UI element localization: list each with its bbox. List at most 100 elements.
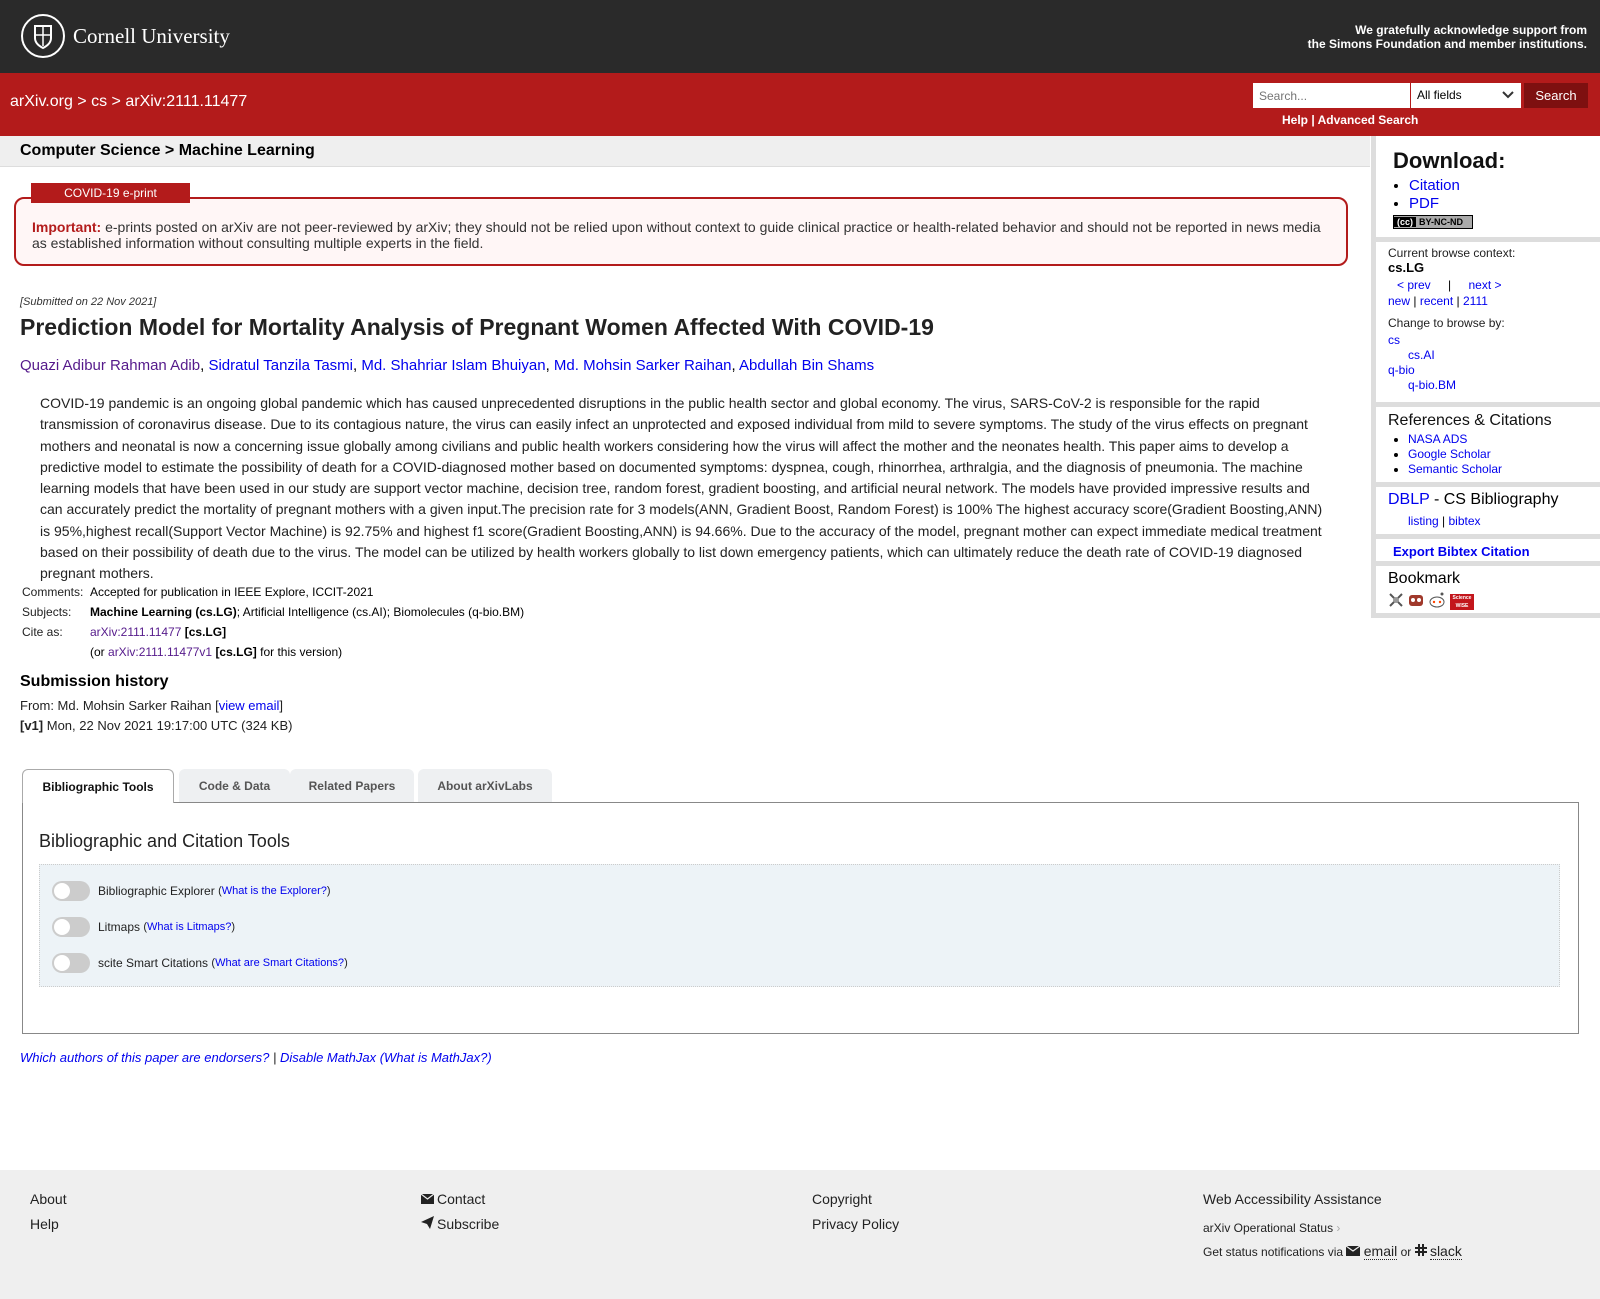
version-v1: [v1] Mon, 22 Nov 2021 19:17:00 UTC (324 …: [20, 718, 292, 733]
submission-from: From: Md. Mohsin Sarker Raihan [view ema…: [20, 698, 283, 713]
notify-email-link[interactable]: email: [1363, 1243, 1398, 1260]
tool-help-link[interactable]: What is the Explorer?: [222, 885, 327, 897]
notify-or: or: [1400, 1245, 1412, 1259]
browse-section: Current browse context: cs.LG < prev | n…: [1376, 242, 1600, 407]
footer-contact-link[interactable]: Contact: [437, 1191, 485, 1207]
search-input[interactable]: [1253, 83, 1410, 108]
footer-help-link[interactable]: Help: [30, 1216, 59, 1232]
prev-next-sep: |: [1448, 278, 1452, 292]
cite-v1-link[interactable]: arXiv:2111.11477v1: [108, 645, 212, 659]
author-link[interactable]: Quazi Adibur Rahman Adib: [20, 357, 200, 374]
cite-v1-cat: [cs.LG]: [215, 645, 257, 659]
cite-link[interactable]: arXiv:2111.11477: [90, 625, 181, 639]
notify-label: Get status notifications via: [1203, 1245, 1344, 1259]
author-link[interactable]: Md. Shahriar Islam Bhuiyan: [361, 357, 545, 374]
author-link[interactable]: Abdullah Bin Shams: [739, 357, 874, 374]
dblp-section: DBLP - CS Bibliography listing | bibtex: [1376, 487, 1600, 539]
bookmark-title: Bookmark: [1388, 570, 1461, 587]
next-link[interactable]: next >: [1469, 278, 1502, 292]
subjects-label: Subjects:: [22, 605, 72, 619]
license-badge[interactable]: (cc) BY-NC-ND: [1393, 215, 1473, 229]
google-scholar-link[interactable]: Google Scholar: [1408, 447, 1491, 461]
bibsonomy-icon[interactable]: [1388, 592, 1404, 611]
prev-link[interactable]: < prev: [1397, 278, 1431, 292]
from-label: From: Md. Mohsin Sarker Raihan [: [20, 698, 219, 713]
footer-privacy-link[interactable]: Privacy Policy: [812, 1216, 899, 1232]
recent-link[interactable]: recent: [1420, 294, 1453, 308]
sciencewise-icon[interactable]: Science WISE: [1450, 593, 1474, 610]
author-link[interactable]: Md. Mohsin Sarker Raihan: [554, 357, 732, 374]
help-sep: |: [1311, 113, 1315, 127]
tool-explorer: Bibliographic Explorer (What is the Expl…: [52, 881, 331, 901]
tab-bibliographic-tools[interactable]: Bibliographic Tools: [22, 769, 174, 803]
dblp-link[interactable]: DBLP: [1388, 491, 1430, 508]
subject-header: Computer Science > Machine Learning: [0, 136, 1370, 167]
export-bibtex-link[interactable]: Export Bibtex Citation: [1393, 544, 1530, 559]
citation-link[interactable]: Citation: [1409, 177, 1460, 194]
semantic-scholar-link[interactable]: Semantic Scholar: [1408, 462, 1502, 476]
dblp-bibtex-link[interactable]: bibtex: [1449, 514, 1481, 528]
month-link[interactable]: 2111: [1463, 294, 1488, 308]
tools-box: Bibliographic Explorer (What is the Expl…: [39, 864, 1560, 987]
footer-status-link[interactable]: arXiv Operational Status: [1203, 1221, 1333, 1235]
footer-about-link[interactable]: About: [30, 1191, 67, 1207]
what-is-mathjax-link[interactable]: (What is MathJax?): [380, 1050, 492, 1065]
new-link[interactable]: new: [1388, 294, 1410, 308]
primary-subject: Machine Learning (cs.LG): [90, 605, 237, 619]
footer-accessibility-link[interactable]: Web Accessibility Assistance: [1203, 1191, 1382, 1207]
browse-csai-link[interactable]: cs.AI: [1408, 348, 1435, 362]
crumb-home[interactable]: arXiv.org: [10, 93, 73, 110]
cornell-header: Cornell University We gratefully acknowl…: [0, 0, 1600, 73]
pdf-link[interactable]: PDF: [1409, 195, 1439, 212]
references-title: References & Citations: [1388, 412, 1552, 429]
crumb-cat[interactable]: cs: [91, 93, 107, 110]
tab-code-data[interactable]: Code & Data: [179, 769, 290, 802]
tab-related-papers[interactable]: Related Papers: [290, 769, 414, 802]
notify-slack-link[interactable]: slack: [1429, 1243, 1462, 1260]
reddit-icon[interactable]: [1428, 592, 1446, 611]
change-browse-label: Change to browse by:: [1388, 316, 1505, 330]
envelope-icon: [420, 1187, 437, 1212]
footer-subscribe-link[interactable]: Subscribe: [437, 1216, 499, 1232]
acknowledgement: We gratefully acknowledge support from t…: [1308, 23, 1587, 51]
tool-help-link[interactable]: What are Smart Citations?: [215, 957, 344, 969]
footer-copyright-link[interactable]: Copyright: [812, 1191, 872, 1207]
comments-value: Accepted for publication in IEEE Explore…: [90, 585, 374, 599]
explorer-toggle[interactable]: [52, 881, 90, 901]
tool-label: Bibliographic Explorer: [98, 884, 215, 898]
view-email-link[interactable]: view email: [219, 698, 280, 713]
search-field-select[interactable]: All fields: [1411, 83, 1521, 108]
crumb-id[interactable]: arXiv:2111.11477: [125, 93, 247, 110]
covid-notice: Important: e-prints posted on arXiv are …: [14, 197, 1348, 266]
browse-qbio-link[interactable]: q-bio: [1388, 363, 1415, 377]
help-link[interactable]: Help: [1282, 113, 1308, 127]
nasa-ads-link[interactable]: NASA ADS: [1408, 432, 1467, 446]
cite-version-row: (or arXiv:2111.11477v1 [cs.LG] for this …: [22, 645, 524, 665]
cite-or: (or: [90, 645, 105, 659]
tab-about-arxivlabs[interactable]: About arXivLabs: [418, 769, 552, 802]
search-button[interactable]: Search: [1524, 83, 1588, 108]
bookmark-section: Bookmark Science WISE: [1388, 566, 1474, 611]
abstract: COVID-19 pandemic is an ongoing global p…: [40, 395, 1323, 582]
browse-qbiobm-link[interactable]: q-bio.BM: [1408, 378, 1456, 392]
cite-row: Cite as: arXiv:2111.11477 [cs.LG]: [22, 625, 524, 645]
litmaps-toggle[interactable]: [52, 917, 90, 937]
author-link[interactable]: Sidratul Tanzila Tasmi: [208, 357, 353, 374]
mendeley-icon[interactable]: [1408, 592, 1424, 611]
cornell-logo[interactable]: Cornell University: [21, 14, 230, 58]
breadcrumb: arXiv.org > cs > arXiv:2111.11477: [10, 93, 247, 111]
version-date: Mon, 22 Nov 2021 19:17:00 UTC (324 KB): [46, 718, 293, 733]
browse-cs-link[interactable]: cs: [1388, 333, 1400, 347]
disable-mathjax-link[interactable]: Disable MathJax: [280, 1050, 376, 1065]
tool-help-link[interactable]: What is Litmaps?: [147, 921, 231, 933]
dblp-label: - CS Bibliography: [1429, 491, 1559, 508]
cite-tail: for this version): [260, 645, 343, 659]
endorsers-line: Which authors of this paper are endorser…: [20, 1050, 492, 1065]
advanced-search-link[interactable]: Advanced Search: [1318, 113, 1419, 127]
endorsers-link[interactable]: Which authors of this paper are endorser…: [20, 1050, 269, 1065]
scite-toggle[interactable]: [52, 953, 90, 973]
dblp-listing-link[interactable]: listing: [1408, 514, 1439, 528]
sep: |: [1456, 294, 1460, 308]
cornell-name: Cornell University: [73, 23, 230, 48]
cite-cat: [cs.LG]: [184, 625, 227, 639]
